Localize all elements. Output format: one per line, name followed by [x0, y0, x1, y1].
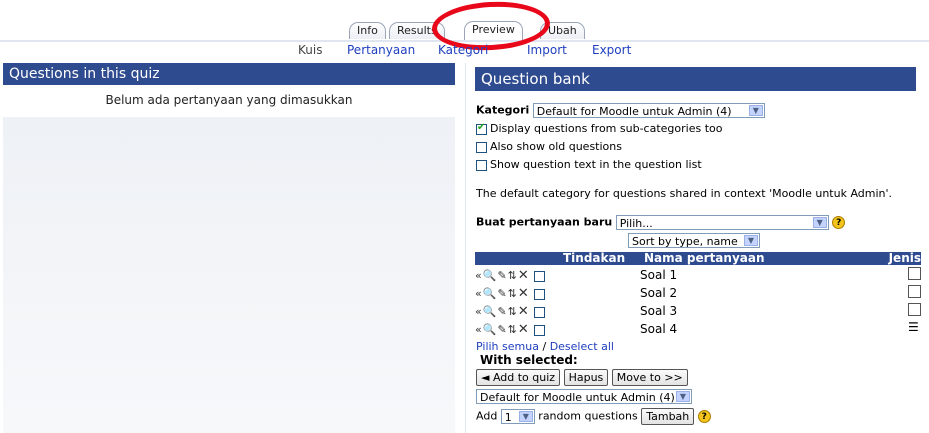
move-target-row: Default for Moodle untuk Admin (4) ▼	[476, 389, 692, 404]
add-to-quiz-icon[interactable]: «	[475, 323, 483, 336]
move-icon[interactable]: ⇅	[508, 305, 518, 318]
chevron-down-icon: ▼	[744, 235, 758, 246]
category-label: Kategori	[476, 103, 530, 117]
question-name: Soal 1	[640, 268, 678, 282]
edit-icon[interactable]: ✎	[497, 269, 507, 282]
delete-icon[interactable]: ✕	[518, 322, 530, 337]
subnav-categories[interactable]: Kategori	[438, 43, 488, 57]
row-actions: «🔍✎⇅✕	[475, 322, 548, 337]
add-to-quiz-icon[interactable]: «	[475, 269, 483, 282]
checkbox[interactable]	[476, 122, 487, 135]
option-subcategories[interactable]: Display questions from sub-categories to…	[476, 122, 722, 135]
panel-title: Question bank	[475, 67, 916, 91]
blank-square-icon	[908, 303, 921, 316]
row-checkbox[interactable]	[534, 270, 546, 282]
col-name: Nama pertanyaan	[644, 251, 765, 265]
random-questions-row: Add 1 ▼ random questions Tambah ?	[476, 408, 711, 425]
tab-info[interactable]: Info	[349, 22, 386, 39]
help-icon[interactable]: ?	[832, 216, 846, 229]
tab-preview[interactable]: Preview	[464, 21, 523, 40]
row-checkbox[interactable]	[534, 288, 546, 300]
subnav-import[interactable]: Import	[527, 43, 567, 57]
question-type-select[interactable]: Pilih... ▼	[615, 215, 829, 230]
preview-icon[interactable]: 🔍	[483, 269, 498, 282]
category-row: Kategori Default for Moodle untuk Admin …	[476, 103, 765, 118]
delete-button[interactable]: Hapus	[563, 369, 609, 386]
move-target-select[interactable]: Default for Moodle untuk Admin (4) ▼	[476, 389, 692, 404]
question-bank-panel: Question bank Kategori Default for Moodl…	[465, 63, 922, 433]
col-actions: Tindakan	[563, 251, 626, 265]
subnav-quiz: Kuis	[298, 43, 323, 57]
create-label: Buat pertanyaan baru	[476, 215, 613, 229]
table-row: «🔍✎⇅✕ Soal 1	[475, 266, 921, 284]
option-old-questions[interactable]: Also show old questions	[476, 140, 622, 153]
tab-divider	[0, 40, 929, 42]
chevron-down-icon: ▼	[748, 105, 763, 116]
add-random-button[interactable]: Tambah	[641, 408, 695, 425]
row-actions: «🔍✎⇅✕	[475, 268, 548, 283]
bulk-actions: ◄ Add to quiz Hapus Move to >>	[476, 369, 688, 386]
add-to-quiz-button[interactable]: ◄ Add to quiz	[476, 369, 561, 386]
move-to-button[interactable]: Move to >>	[611, 369, 688, 386]
checkbox[interactable]	[476, 141, 487, 153]
chevron-down-icon: ▼	[518, 411, 533, 422]
preview-icon[interactable]: 🔍	[483, 323, 498, 336]
random-count-select[interactable]: 1 ▼	[500, 409, 535, 424]
question-table-header: Tindakan Nama pertanyaan Jenis	[475, 252, 921, 265]
move-icon[interactable]: ⇅	[508, 323, 518, 336]
delete-icon[interactable]: ✕	[518, 304, 530, 319]
question-name: Soal 2	[640, 286, 678, 300]
move-icon[interactable]: ⇅	[508, 269, 518, 282]
edit-icon[interactable]: ✎	[497, 323, 507, 336]
blank-square-icon	[908, 267, 921, 280]
table-row: «🔍✎⇅✕ Soal 3	[475, 302, 921, 320]
empty-message: Belum ada pertanyaan yang dimasukkan	[3, 85, 455, 117]
question-name: Soal 4	[640, 322, 678, 336]
sort-row: Sort by type, name ▼	[628, 233, 760, 248]
subnav-questions[interactable]: Pertanyaan	[347, 43, 415, 57]
tab-bar: Info Results Preview Ubah	[0, 0, 929, 42]
row-actions: «🔍✎⇅✕	[475, 304, 548, 319]
col-type: Jenis	[888, 251, 921, 265]
create-question-row: Buat pertanyaan baru Pilih... ▼ ?	[476, 215, 846, 230]
selection-links: Pilih semua / Deselect all	[476, 340, 614, 353]
with-selected-label: With selected:	[480, 353, 578, 367]
preview-icon[interactable]: 🔍	[483, 305, 498, 318]
checkbox[interactable]	[476, 159, 487, 171]
category-info: The default category for questions share…	[476, 187, 893, 200]
select-all-link[interactable]: Pilih semua	[476, 340, 539, 353]
sort-select[interactable]: Sort by type, name ▼	[628, 233, 760, 248]
help-icon[interactable]: ?	[697, 410, 711, 423]
option-question-text[interactable]: Show question text in the question list	[476, 158, 702, 171]
question-name: Soal 3	[640, 304, 678, 318]
row-actions: «🔍✎⇅✕	[475, 286, 548, 301]
preview-icon[interactable]: 🔍	[483, 287, 498, 300]
edit-icon[interactable]: ✎	[497, 305, 507, 318]
sub-navigation: Kuis Pertanyaan Kategori Import Export	[0, 43, 929, 59]
move-icon[interactable]: ⇅	[508, 287, 518, 300]
quiz-questions-panel: Questions in this quiz Belum ada pertany…	[3, 63, 455, 433]
edit-icon[interactable]: ✎	[497, 287, 507, 300]
list-icon: ☰	[908, 320, 919, 334]
chevron-down-icon: ▼	[676, 391, 690, 402]
tab-results[interactable]: Results	[389, 22, 445, 39]
delete-icon[interactable]: ✕	[518, 268, 530, 283]
row-checkbox[interactable]	[534, 306, 546, 318]
subnav-export[interactable]: Export	[592, 43, 631, 57]
panel-title: Questions in this quiz	[3, 63, 455, 85]
add-to-quiz-icon[interactable]: «	[475, 305, 483, 318]
chevron-down-icon: ▼	[812, 217, 827, 228]
table-row: «🔍✎⇅✕ Soal 4 ☰	[475, 320, 921, 338]
category-select[interactable]: Default for Moodle untuk Admin (4) ▼	[532, 103, 765, 118]
table-row: «🔍✎⇅✕ Soal 2	[475, 284, 921, 302]
row-checkbox[interactable]	[534, 324, 546, 336]
blank-square-icon	[908, 285, 921, 298]
add-to-quiz-icon[interactable]: «	[475, 287, 483, 300]
delete-icon[interactable]: ✕	[518, 286, 530, 301]
tab-edit[interactable]: Ubah	[540, 22, 585, 39]
deselect-all-link[interactable]: Deselect all	[550, 340, 614, 353]
